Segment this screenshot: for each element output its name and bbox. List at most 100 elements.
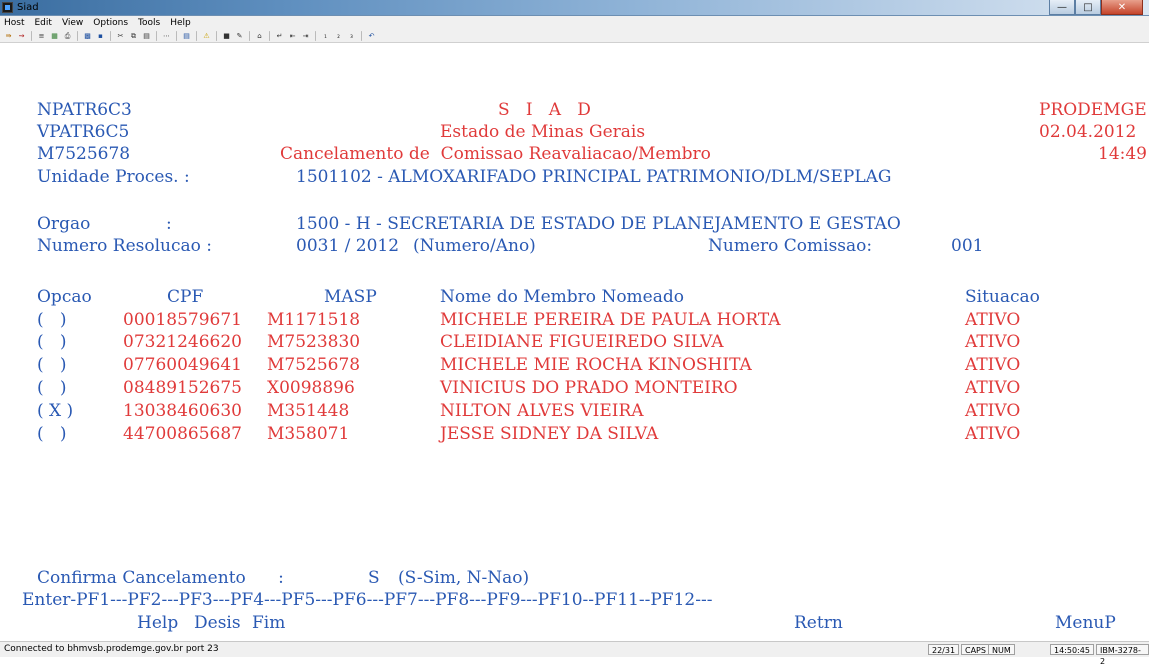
- current-date: 02.04.2012: [1039, 122, 1137, 142]
- row-nome: CLEIDIANE FIGUEIREDO SILVA: [440, 332, 724, 352]
- resolucao-label: Numero Resolucao :: [37, 236, 212, 256]
- maximize-icon: □: [1083, 1, 1093, 13]
- row-nome: MICHELE PEREIRA DE PAULA HORTA: [440, 310, 781, 330]
- org-name: PRODEMGE: [1039, 100, 1147, 120]
- receive-file-icon[interactable]: ▦: [49, 31, 60, 41]
- user-masp: M7525678: [37, 144, 131, 164]
- toolbar-separator: [216, 30, 217, 41]
- cut-icon[interactable]: ✂: [115, 31, 126, 41]
- pf2-icon[interactable]: ₂: [333, 31, 344, 41]
- print-icon[interactable]: ⎙: [62, 31, 73, 41]
- window-title-bar[interactable]: Siad — □ ✕: [0, 0, 1149, 16]
- paste-icon[interactable]: ▤: [141, 31, 152, 41]
- row-option-field[interactable]: ( ): [37, 355, 66, 375]
- row-nome: NILTON ALVES VIEIRA: [440, 401, 644, 421]
- row-cpf: 13038460630: [123, 401, 242, 421]
- row-nome: VINICIUS DO PRADO MONTEIRO: [440, 378, 738, 398]
- row-masp: M358071: [267, 424, 350, 444]
- tab-icon[interactable]: ⇥: [300, 31, 311, 41]
- row-option-field[interactable]: ( X ): [37, 401, 73, 421]
- row-masp: M7525678: [267, 355, 361, 375]
- row-cpf: 44700865687: [123, 424, 242, 444]
- warning-icon[interactable]: ⚠: [201, 31, 212, 41]
- disconnect-icon[interactable]: ⇝: [16, 31, 27, 41]
- pf7-retrn-label[interactable]: Retrn: [794, 613, 843, 633]
- row-situacao: ATIVO: [965, 401, 1021, 421]
- pen-icon[interactable]: ✎: [234, 31, 245, 41]
- pf1-help-label[interactable]: Help: [137, 613, 178, 633]
- macro-icon[interactable]: ■: [221, 31, 232, 41]
- pf3-fim-label[interactable]: Fim: [252, 613, 285, 633]
- menu-view[interactable]: View: [62, 17, 83, 29]
- toolbar-separator: [249, 30, 250, 41]
- toolbar-separator: [31, 30, 32, 41]
- toolbar-separator: [196, 30, 197, 41]
- system-name: S I A D: [498, 100, 591, 120]
- minimize-button[interactable]: —: [1049, 0, 1075, 15]
- connect-icon[interactable]: ⇛: [3, 31, 14, 41]
- toolbar-separator: [269, 30, 270, 41]
- copy-icon[interactable]: ⧉: [128, 31, 139, 41]
- menu-tools[interactable]: Tools: [138, 17, 160, 29]
- clock: 14:50:45: [1050, 644, 1094, 655]
- enter-icon[interactable]: ↵: [274, 31, 285, 41]
- resolucao-hint: (Numero/Ano): [413, 236, 536, 256]
- home-icon[interactable]: ⌂: [254, 31, 265, 41]
- more-icon[interactable]: ⋯: [161, 31, 172, 41]
- menu-bar: Host Edit View Options Tools Help: [0, 16, 1149, 29]
- copy-screen-icon[interactable]: ▩: [82, 31, 93, 41]
- current-time: 14:49: [1098, 144, 1147, 164]
- col-header-opcao: Opcao: [37, 287, 92, 307]
- menu-help[interactable]: Help: [170, 17, 191, 29]
- back-tab-icon[interactable]: ⇤: [287, 31, 298, 41]
- toolbar-separator: [176, 30, 177, 41]
- toolbar-separator: [77, 30, 78, 41]
- pf2-desis-label[interactable]: Desis: [194, 613, 241, 633]
- minimize-icon: —: [1057, 1, 1067, 13]
- status-bar: Connected to bhmvsb.prodemge.gov.br port…: [0, 641, 1149, 666]
- row-option-field[interactable]: ( ): [37, 378, 66, 398]
- program-id-2: VPATR6C5: [37, 122, 130, 142]
- connection-status: Connected to bhmvsb.prodemge.gov.br port…: [4, 644, 219, 654]
- chart-icon[interactable]: ▤: [181, 31, 192, 41]
- num-indicator: NUM: [988, 644, 1015, 655]
- send-file-icon[interactable]: ≡: [36, 31, 47, 41]
- maximize-button[interactable]: □: [1075, 0, 1101, 15]
- orgao-value: 1500 - H - SECRETARIA DE ESTADO DE PLANE…: [296, 214, 901, 234]
- row-option-field[interactable]: ( ): [37, 424, 66, 444]
- cursor-position: 22/31: [928, 644, 960, 655]
- menu-options[interactable]: Options: [93, 17, 128, 29]
- confirm-input[interactable]: S: [368, 568, 380, 588]
- undo-icon[interactable]: ↶: [366, 31, 377, 41]
- comissao-label: Numero Comissao:: [708, 236, 873, 256]
- toolbar-separator: [361, 30, 362, 41]
- row-masp: M7523830: [267, 332, 361, 352]
- resolucao-value[interactable]: 0031 / 2012: [296, 236, 399, 256]
- row-cpf: 07321246620: [123, 332, 242, 352]
- row-cpf: 08489152675: [123, 378, 242, 398]
- row-cpf: 07760049641: [123, 355, 242, 375]
- paste-screen-icon[interactable]: ▪: [95, 31, 106, 41]
- app-icon[interactable]: [2, 2, 13, 13]
- col-header-nome: Nome do Membro Nomeado: [440, 287, 684, 307]
- row-situacao: ATIVO: [965, 310, 1021, 330]
- comissao-value[interactable]: 001: [951, 236, 983, 256]
- terminal-screen[interactable]: NPATR6C3 S I A D PRODEMGE VPATR6C5 Estad…: [0, 43, 1149, 641]
- row-option-field[interactable]: ( ): [37, 332, 66, 352]
- unit-value: 1501102 - ALMOXARIFADO PRINCIPAL PATRIMO…: [296, 167, 892, 187]
- toolbar-separator: [156, 30, 157, 41]
- row-masp: M351448: [267, 401, 350, 421]
- row-option-field[interactable]: ( ): [37, 310, 66, 330]
- row-masp: X0098896: [267, 378, 355, 398]
- close-button[interactable]: ✕: [1101, 0, 1143, 15]
- pf12-menup-label[interactable]: MenuP: [1055, 613, 1116, 633]
- menu-edit[interactable]: Edit: [35, 17, 52, 29]
- menu-host[interactable]: Host: [4, 17, 25, 29]
- pf1-icon[interactable]: ₁: [320, 31, 331, 41]
- caps-indicator: CAPS: [961, 644, 990, 655]
- toolbar-separator: [110, 30, 111, 41]
- col-header-situacao: Situacao: [965, 287, 1040, 307]
- row-cpf: 00018579671: [123, 310, 242, 330]
- pf3-icon[interactable]: ₃: [346, 31, 357, 41]
- toolbar: ⇛ ⇝ ≡ ▦ ⎙ ▩ ▪ ✂ ⧉ ▤ ⋯ ▤ ⚠ ■ ✎ ⌂ ↵ ⇤ ⇥ ₁ …: [0, 29, 1149, 43]
